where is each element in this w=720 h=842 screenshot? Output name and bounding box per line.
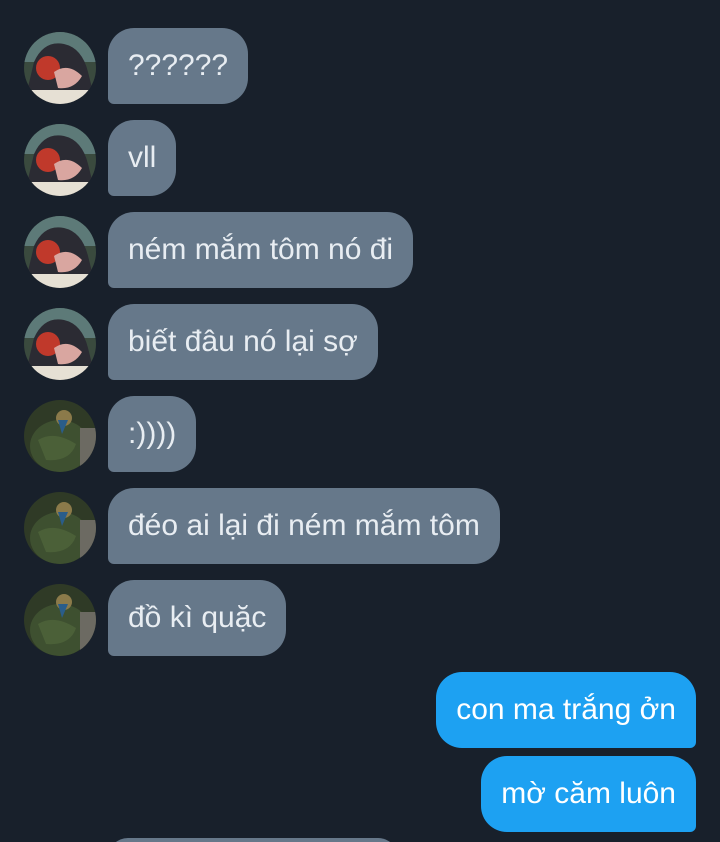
avatar-icon[interactable]: [24, 124, 96, 196]
message-bubble[interactable]: :)))): [108, 396, 197, 472]
message-bubble[interactable]: ném mắm tôm nó đi: [108, 212, 414, 288]
message-bubble-outgoing[interactable]: con ma trắng ởn: [436, 672, 696, 748]
message-bubble-outgoing[interactable]: mờ căm luôn: [481, 756, 696, 832]
avatar-icon[interactable]: [24, 584, 96, 656]
message-bubble[interactable]: vll: [108, 120, 177, 196]
message-bubble[interactable]: đồ kì quặc: [108, 580, 287, 656]
message-bubble[interactable]: ??????: [108, 28, 249, 104]
chat-thread: ?????? vll ném mắm tôm nó đi biết đâu nó…: [0, 0, 720, 842]
avatar-icon[interactable]: [24, 400, 96, 472]
message-bubble[interactable]: đéo ai lại đi ném mắm tôm: [108, 488, 500, 564]
avatar-icon[interactable]: [24, 308, 96, 380]
message-bubble[interactable]: biết đâu nó lại sợ: [108, 304, 378, 380]
avatar-icon[interactable]: [24, 216, 96, 288]
message-bubble-partial[interactable]: [108, 838, 398, 842]
avatar-icon[interactable]: [24, 32, 96, 104]
avatar-icon[interactable]: [24, 492, 96, 564]
